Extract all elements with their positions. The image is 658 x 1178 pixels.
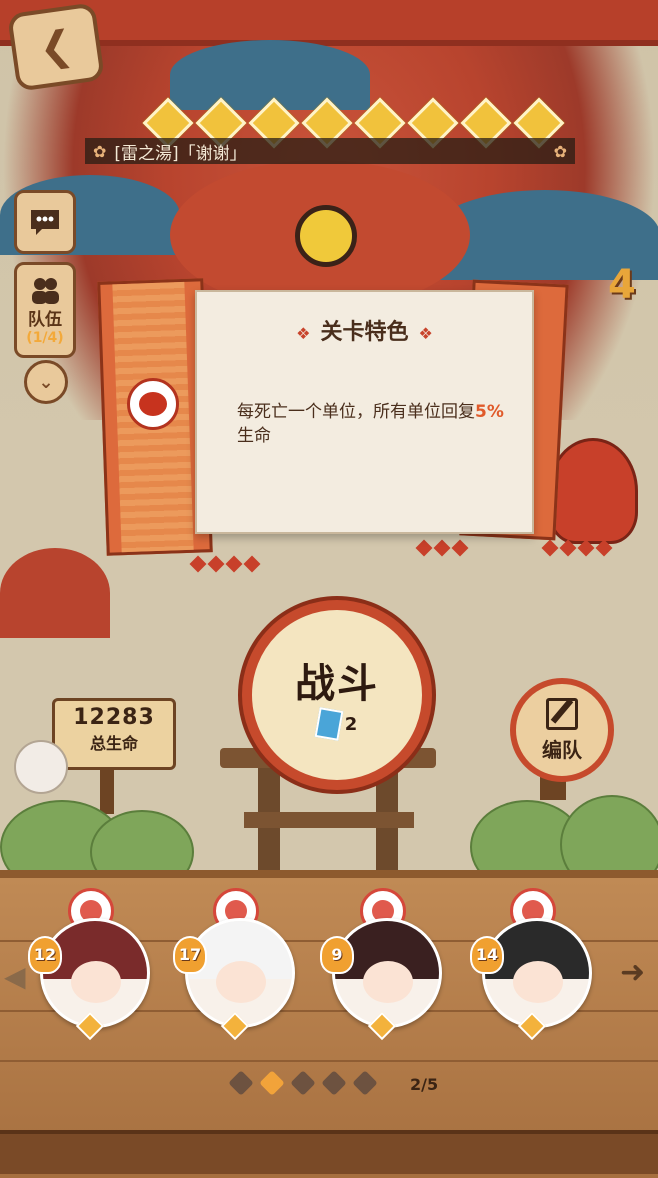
face — [216, 961, 266, 1003]
page-indicator: 2/5 — [410, 1075, 439, 1094]
bottom-rail — [0, 1130, 658, 1174]
page-dot[interactable] — [321, 1070, 347, 1096]
edit-pen-icon — [546, 697, 578, 730]
shikigami-card[interactable]: 17 — [173, 888, 295, 1041]
team-count: (1/4) — [26, 329, 64, 346]
octopus-eye — [295, 205, 357, 267]
prev-page-arrow-icon[interactable]: ◀ — [4, 960, 26, 993]
face — [71, 961, 121, 1003]
panel-title-text: 关卡特色 — [320, 320, 409, 345]
chat-button[interactable] — [14, 190, 76, 254]
face — [363, 961, 413, 1003]
back-button[interactable]: ❮ — [7, 2, 105, 92]
enemy-stars — [415, 539, 469, 557]
shikigami-card[interactable]: 9 — [320, 888, 442, 1041]
level-feature-panel: ❖ 关卡特色 ❖ 每死亡一个单位，所有单位回复5% 生命 — [195, 290, 534, 534]
pagination-dots — [228, 1070, 378, 1096]
fight-cost-value: 2 — [344, 713, 358, 735]
team-people-icon — [32, 277, 59, 304]
shikigami-card[interactable]: 12 — [28, 888, 150, 1041]
star-rating — [142, 97, 565, 149]
page-dot[interactable] — [352, 1070, 378, 1096]
enemy-daruma[interactable] — [548, 438, 638, 544]
wave-decoration — [170, 40, 370, 110]
flower-icon: ✿ — [93, 141, 107, 161]
torii-bar — [244, 812, 414, 828]
formation-button[interactable]: 编队 — [510, 678, 614, 782]
shikigami-portrait — [332, 918, 442, 1028]
back-arrow-icon: ❮ — [36, 21, 76, 73]
shikigami-level: 9 — [320, 936, 354, 974]
flower-icon: ✿ — [553, 141, 567, 161]
total-hp-value: 12283 — [73, 705, 155, 730]
highlight-value: 5% — [475, 402, 504, 422]
page-dot[interactable] — [290, 1070, 316, 1096]
description-suffix: 生命 — [237, 426, 271, 446]
page-dot[interactable] — [259, 1070, 285, 1096]
shikigami-portrait — [482, 918, 592, 1028]
tentacle-decoration — [0, 548, 110, 638]
shikigami-level: 17 — [173, 936, 207, 974]
sign-post — [100, 764, 114, 814]
next-page-arrow-icon[interactable]: ➜ — [620, 955, 650, 991]
fight-cost: 2 — [314, 707, 358, 741]
diamond-icon: ❖ — [296, 324, 311, 343]
team-label: 队伍 — [28, 309, 62, 330]
team-button[interactable]: 队伍 (1/4) — [14, 262, 76, 358]
shikigami-level: 14 — [470, 936, 504, 974]
diamond-icon: ❖ — [418, 324, 433, 343]
panel-title: ❖ 关卡特色 ❖ — [197, 314, 532, 346]
description-text: 每死亡一个单位，所有单位回复 — [237, 402, 475, 422]
formation-label: 编队 — [542, 737, 582, 762]
level-name: [雷之湯]「谢谢」 — [114, 143, 247, 164]
shikigami-portrait — [185, 918, 295, 1028]
total-hp-sign: 12283 总生命 — [52, 698, 176, 770]
shikigami-portrait — [40, 918, 150, 1028]
expand-button[interactable]: ⌄ — [24, 360, 68, 404]
fight-button[interactable]: 战斗 2 — [242, 600, 432, 790]
face — [513, 961, 563, 1003]
shikigami-level: 12 — [28, 936, 62, 974]
chat-bubble-icon — [31, 210, 59, 235]
enemy-stars — [541, 539, 613, 557]
enemy-stars — [189, 555, 261, 573]
shikigami-card[interactable]: 14 — [470, 888, 592, 1041]
wave-count: 4 — [608, 262, 636, 308]
level-boss-icon — [127, 378, 179, 430]
ticket-icon — [314, 707, 344, 741]
chevron-down-icon: ⌄ — [38, 371, 54, 393]
level-name-bar: ✿ [雷之湯]「谢谢」 ✿ — [85, 138, 575, 164]
total-hp-label: 总生命 — [89, 734, 138, 753]
page-dot[interactable] — [228, 1070, 254, 1096]
teru-teru-doll — [14, 740, 68, 794]
panel-description: 每死亡一个单位，所有单位回复5% 生命 — [237, 400, 517, 448]
floor-plank — [0, 1060, 658, 1062]
fight-label: 战斗 — [295, 661, 379, 707]
